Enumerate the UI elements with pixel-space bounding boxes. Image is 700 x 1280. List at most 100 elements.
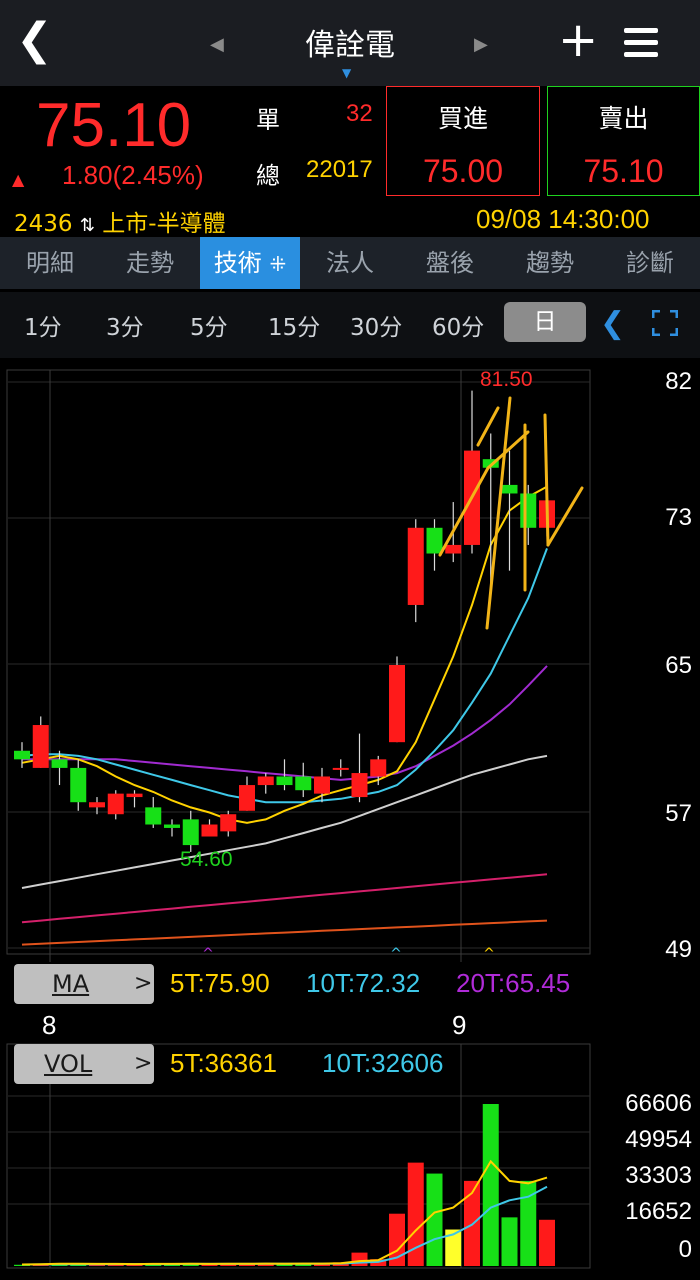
- x-label-month-8: 8: [42, 1010, 57, 1040]
- drawn-trendline-1: [476, 406, 500, 447]
- volume-bar-18: [351, 1252, 368, 1266]
- plus-icon[interactable]: +: [558, 16, 598, 64]
- chevron-left-icon[interactable]: ❮: [600, 306, 625, 341]
- dropdown-caret-icon[interactable]: ▼: [342, 66, 351, 80]
- candle-body-4: [89, 802, 105, 808]
- volume-bar-25: [482, 1104, 499, 1266]
- ma-selector-button[interactable]: MA >: [14, 964, 154, 1004]
- ma10-legend: 10T:72.32: [306, 968, 421, 998]
- chart-grid: ^ ^ ^: [6, 369, 591, 1269]
- tab-institutional[interactable]: 法人: [300, 237, 400, 289]
- candle-body-10: [201, 824, 218, 837]
- candle-body-17: [332, 767, 349, 770]
- tab-technical[interactable]: 技術 ⁜: [200, 237, 300, 289]
- candle-body-13: [257, 776, 274, 786]
- volume-bar-22: [426, 1173, 443, 1266]
- vol-y-tick-1: 49954: [625, 1126, 692, 1153]
- y-tick-82: 82: [665, 368, 692, 395]
- tab-diagnosis[interactable]: 診斷: [600, 237, 700, 289]
- ma-marker-caret-2: ^: [483, 946, 495, 962]
- volume-bar-28: [539, 1219, 555, 1266]
- tab-detail[interactable]: 明細: [0, 237, 100, 289]
- up-down-arrows-icon: ⇅: [79, 215, 95, 236]
- single-volume-label: 單: [256, 106, 280, 134]
- candle-body-5: [107, 793, 124, 815]
- chevron-right-icon: >: [134, 1051, 153, 1076]
- vol-selector-button[interactable]: VOL >: [14, 1044, 154, 1084]
- tab-technical-label: 技術: [213, 249, 262, 277]
- up-triangle-icon: ▲: [12, 170, 25, 189]
- tab-trend[interactable]: 走勢: [100, 237, 200, 289]
- candle-body-26: [501, 484, 518, 494]
- fullscreen-icon[interactable]: [652, 310, 678, 336]
- sell-price: 75.10: [583, 153, 664, 189]
- vol-y-tick-3: 16652: [625, 1198, 692, 1225]
- candle-body-18: [351, 773, 368, 798]
- period-day[interactable]: 日: [504, 302, 586, 342]
- candle-body-19: [370, 759, 387, 777]
- ma-lines: [21, 485, 548, 946]
- hamburger-menu-icon[interactable]: [624, 28, 658, 58]
- period-15min[interactable]: 15分: [268, 308, 320, 342]
- next-stock-caret-icon[interactable]: ▶: [474, 34, 488, 55]
- back-chevron-icon[interactable]: ❮: [16, 18, 53, 62]
- y-tick-65: 65: [665, 652, 692, 679]
- period-bar: 1分 3分 5分 15分 30分 60分 日 ❮: [0, 292, 700, 358]
- buy-label: 買進: [437, 104, 488, 133]
- period-60min[interactable]: 60分: [432, 308, 484, 342]
- period-1min[interactable]: 1分: [24, 308, 62, 342]
- collapse-arrows-icon: ⁜: [269, 252, 287, 276]
- candle-body-14: [276, 776, 293, 786]
- stock-title[interactable]: 偉詮電: [250, 20, 450, 64]
- candle-body-12: [239, 785, 255, 811]
- period-5min[interactable]: 5分: [190, 308, 228, 342]
- period-3min[interactable]: 3分: [106, 308, 144, 342]
- volume-bars: [14, 1104, 555, 1266]
- previous-stock-caret-icon[interactable]: ◀: [210, 34, 224, 55]
- candle-body-20: [389, 665, 405, 743]
- candle-body-16: [314, 776, 330, 794]
- ma240-line: [21, 919, 548, 946]
- tab-bar: 明細 走勢 技術 ⁜ 法人 盤後 趨勢 診斷: [0, 237, 700, 289]
- candle-body-27: [520, 493, 537, 528]
- buy-button[interactable]: 買進 75.00: [386, 86, 540, 196]
- vol-y-tick-2: 33303: [625, 1162, 692, 1189]
- drawn-trendline-3: [486, 430, 530, 470]
- candle-body-8: [164, 824, 180, 828]
- period-30min[interactable]: 30分: [350, 308, 402, 342]
- sell-label: 賣出: [598, 104, 649, 133]
- ma20-legend: 20T:65.45: [456, 968, 571, 998]
- vol-y-tick-0: 66606: [625, 1090, 692, 1117]
- low-price-label: 54.60: [180, 848, 233, 871]
- ma120-line: [21, 873, 548, 924]
- tab-after-hours[interactable]: 盤後: [400, 237, 500, 289]
- vol-ma10-legend: 10T:32606: [322, 1048, 444, 1078]
- candle-body-23: [445, 544, 462, 554]
- candle-body-9: [182, 819, 199, 846]
- tab-tendency[interactable]: 趨勢: [500, 237, 600, 289]
- total-volume-value: 22017: [306, 156, 373, 183]
- price-change: 1.80(2.45%): [62, 160, 204, 190]
- sell-button[interactable]: 賣出 75.10: [547, 86, 700, 196]
- x-label-month-9: 9: [452, 1010, 467, 1040]
- total-volume-label: 總: [256, 162, 280, 190]
- candle-body-6: [126, 793, 143, 798]
- volume-bar-26: [501, 1217, 518, 1266]
- stock-code-market: 2436 ⇅ 上市-半導體: [14, 204, 226, 238]
- vol-ma5-legend: 5T:36361: [170, 1048, 277, 1078]
- buy-price: 75.00: [422, 153, 504, 189]
- candle-body-1: [32, 725, 49, 768]
- y-tick-49: 49: [665, 936, 692, 963]
- high-price-label: 81.50: [480, 368, 533, 391]
- ma-marker-caret-1: ^: [390, 946, 402, 962]
- quote-datetime: 09/08 14:30:00: [476, 204, 650, 234]
- candle-body-2: [51, 759, 68, 768]
- y-tick-57: 57: [665, 800, 692, 827]
- last-price: 75.10: [36, 91, 192, 160]
- candle-body-3: [70, 767, 87, 803]
- vol-y-tick-4: 0: [678, 1236, 692, 1263]
- candle-body-21: [407, 527, 424, 605]
- ma-chip-label: MA: [52, 970, 90, 998]
- chevron-right-icon: >: [134, 971, 153, 996]
- single-volume-value: 32: [346, 100, 373, 127]
